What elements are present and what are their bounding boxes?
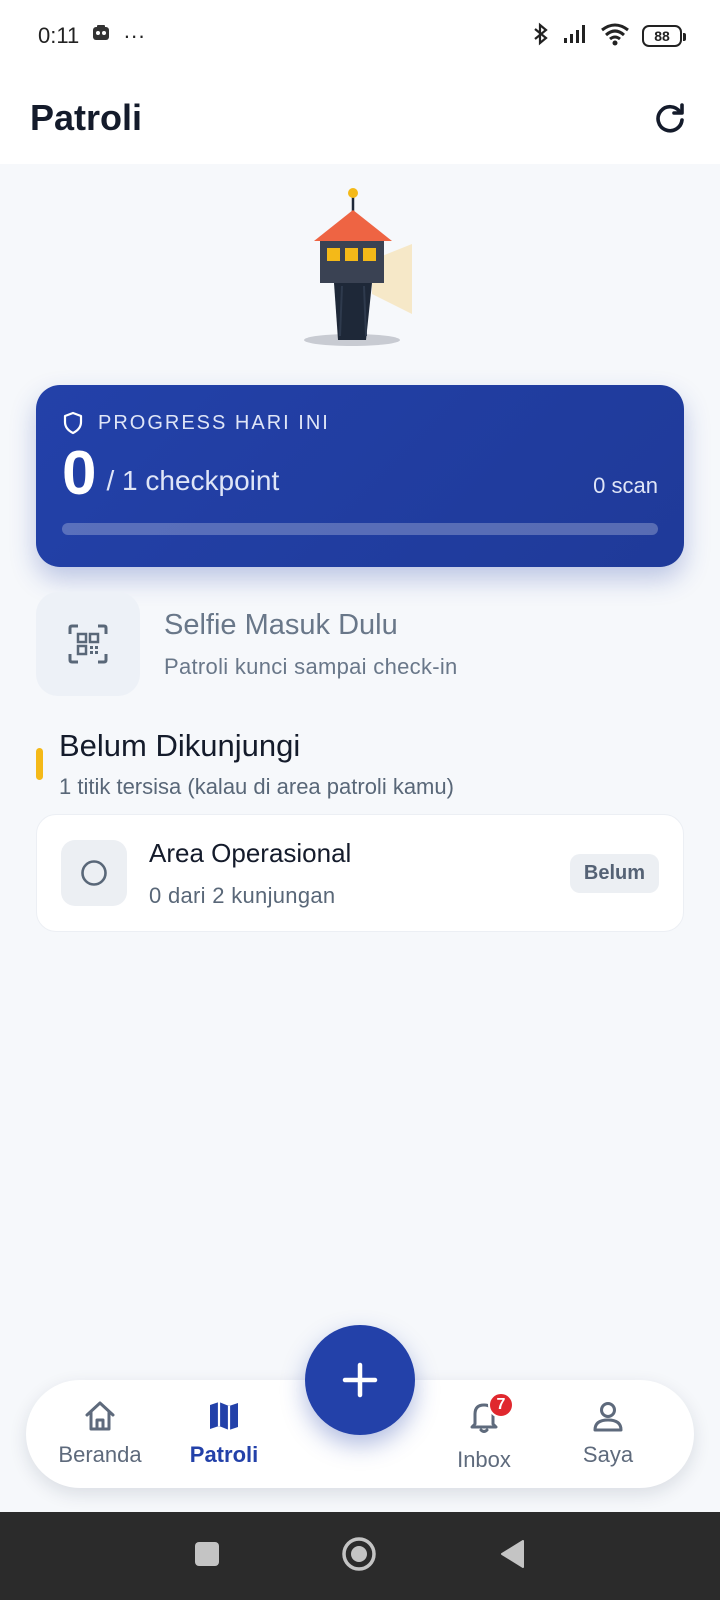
- nav-item-beranda[interactable]: Beranda: [40, 1398, 160, 1468]
- progress-label: PROGRESS HARI INI: [98, 411, 330, 434]
- circle-icon: [342, 1536, 376, 1571]
- progress-total: / 1 checkpoint: [106, 465, 280, 496]
- refresh-button[interactable]: [648, 96, 692, 140]
- selfie-subtitle: Patroli kunci sampai check-in: [164, 653, 458, 679]
- nav-label-saya: Saya: [582, 1442, 634, 1467]
- nav-label-patroli: Patroli: [189, 1442, 259, 1467]
- area-subtitle: 0 dari 2 kunjungan: [149, 882, 336, 908]
- plus-icon: [342, 1362, 378, 1398]
- bluetooth-icon: [532, 22, 550, 51]
- area-text: Area Operasional 0 dari 2 kunjungan: [149, 838, 570, 909]
- app-notification-icon: [91, 23, 111, 49]
- status-more-icon: ···: [123, 23, 146, 48]
- selfie-checkin-notice[interactable]: Selfie Masuk Dulu Patroli kunci sampai c…: [36, 592, 684, 696]
- qr-scan-icon-box: [36, 592, 140, 696]
- progress-count-group: 0 / 1 checkpoint: [62, 443, 279, 505]
- area-title: Area Operasional: [149, 837, 352, 868]
- square-icon: [195, 1541, 219, 1566]
- nav-label-beranda: Beranda: [58, 1442, 142, 1467]
- progress-card: PROGRESS HARI INI 0 / 1 checkpoint 0 sca…: [36, 385, 684, 567]
- nav-item-saya[interactable]: Saya: [548, 1398, 668, 1468]
- progress-bar: [62, 523, 658, 535]
- inbox-count-badge: 7: [488, 1392, 514, 1418]
- area-card[interactable]: Area Operasional 0 dari 2 kunjungan Belu…: [36, 814, 684, 932]
- page-title: Patroli: [30, 97, 143, 138]
- app-header: Patroli: [0, 72, 720, 164]
- back-triangle-icon: [501, 1539, 524, 1568]
- selfie-text: Selfie Masuk Dulu Patroli kunci sampai c…: [164, 609, 458, 680]
- nav-item-inbox[interactable]: 7 Inbox: [424, 1392, 544, 1473]
- add-button[interactable]: [305, 1325, 415, 1435]
- status-left: 0:11 ···: [38, 23, 145, 49]
- unvisited-section-header: Belum Dikunjungi 1 titik tersisa (kalau …: [36, 728, 684, 800]
- user-icon: [593, 1402, 623, 1432]
- wifi-icon: [600, 22, 630, 51]
- map-icon: [210, 1402, 238, 1430]
- back-button[interactable]: [497, 1538, 527, 1575]
- home-icon: [85, 1401, 115, 1431]
- section-subtitle: 1 titik tersisa (kalau di area patroli k…: [59, 774, 454, 799]
- nav-item-patroli[interactable]: Patroli: [164, 1398, 284, 1468]
- area-icon-box: [61, 840, 127, 906]
- battery-icon: 88: [642, 25, 686, 47]
- status-bar: 0:11 ··· 88: [0, 0, 720, 72]
- home-system-button[interactable]: [341, 1536, 377, 1577]
- progress-label-row: PROGRESS HARI INI: [62, 411, 658, 435]
- progress-count: 0: [62, 439, 97, 508]
- signal-icon: [562, 23, 588, 50]
- bell-icon-wrap: 7: [466, 1392, 514, 1439]
- scan-count: 0 scan: [593, 473, 658, 498]
- section-title: Belum Dikunjungi: [59, 728, 301, 763]
- section-accent-bar: [36, 748, 43, 780]
- status-right: 88: [532, 22, 686, 51]
- refresh-icon: [656, 103, 684, 133]
- recent-apps-button[interactable]: [193, 1540, 221, 1573]
- watchtower-illustration: [300, 186, 430, 356]
- status-badge: Belum: [569, 853, 659, 893]
- system-nav-bar: [0, 1512, 720, 1600]
- circle-outline-icon: [81, 860, 107, 886]
- selfie-title: Selfie Masuk Dulu: [164, 608, 398, 641]
- nav-label-inbox: Inbox: [457, 1447, 511, 1472]
- qr-scan-icon: [68, 624, 108, 664]
- progress-main: 0 / 1 checkpoint 0 scan: [62, 443, 658, 505]
- status-time: 0:11: [38, 23, 80, 48]
- shield-icon: [63, 411, 83, 435]
